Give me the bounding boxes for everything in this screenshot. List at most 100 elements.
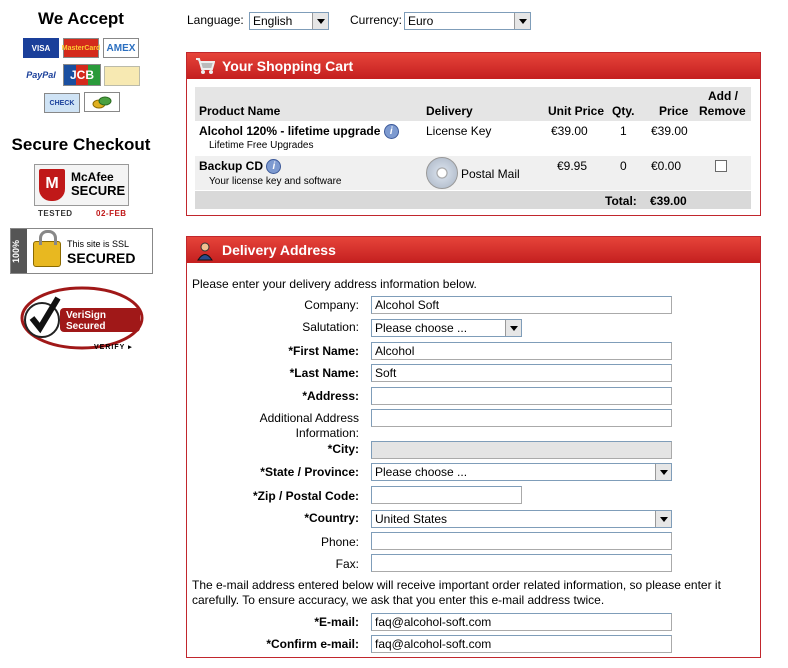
- ssl-secured-badge[interactable]: 100% This site is SSL SECURED: [10, 228, 153, 274]
- language-select[interactable]: English: [249, 12, 329, 30]
- state-value: Please choose ...: [375, 465, 468, 479]
- last-name-label: *Last Name:: [289, 366, 359, 380]
- table-row: Backup CD i Your license key and softwar…: [195, 156, 751, 190]
- secure-checkout-title: Secure Checkout: [11, 135, 151, 154]
- shopping-cart-icon: [195, 57, 216, 75]
- total-row: Total: €39.00: [195, 191, 751, 209]
- shopping-cart-header: Your Shopping Cart: [187, 53, 760, 79]
- product-name[interactable]: Alcohol 120% - lifetime upgrade i: [199, 124, 399, 140]
- first-name-field[interactable]: Alcohol: [371, 342, 672, 360]
- info-icon[interactable]: i: [266, 159, 282, 175]
- fax-label: Fax:: [335, 557, 359, 571]
- price: €0.00: [651, 159, 682, 173]
- ssl-small-text: This site is SSL: [67, 239, 130, 249]
- company-field[interactable]: Alcohol Soft: [371, 296, 672, 314]
- chevron-down-icon: [655, 511, 671, 527]
- quantity: 1: [620, 124, 627, 138]
- money-icon: [84, 92, 120, 112]
- delivery-intro: Please enter your delivery address infor…: [192, 277, 477, 291]
- info-icon[interactable]: i: [383, 124, 399, 140]
- shopping-cart-panel: Your Shopping Cart Product Name Delivery…: [186, 52, 761, 216]
- product-subtitle: Lifetime Free Upgrades: [209, 140, 314, 151]
- city-label: *City:: [327, 442, 359, 456]
- padlock-icon: [33, 230, 61, 267]
- chevron-down-icon: [655, 464, 671, 480]
- country-label: *Country:: [304, 511, 359, 525]
- phone-label: Phone:: [320, 535, 359, 549]
- verisign-line2: Secured: [66, 321, 106, 332]
- delivery-method: Postal Mail: [461, 167, 520, 181]
- delivery-address-panel: Delivery Address Please enter your deliv…: [186, 236, 761, 658]
- col-qty: Qty.: [612, 104, 635, 118]
- email-field[interactable]: faq@alcohol-soft.com: [371, 613, 672, 631]
- mcafee-secure-badge[interactable]: M McAfee SECURE: [34, 164, 129, 206]
- col-price: Price: [659, 104, 689, 118]
- check-icon: CHECK: [44, 93, 80, 113]
- add-remove-checkbox[interactable]: [715, 160, 727, 172]
- total-label: Total:: [605, 194, 637, 208]
- fax-field[interactable]: [371, 554, 672, 572]
- zip-field[interactable]: [371, 486, 522, 504]
- delivery-method: License Key: [426, 124, 492, 138]
- last-name-field[interactable]: Soft: [371, 364, 672, 382]
- mcafee-label: McAfee: [71, 170, 114, 184]
- col-delivery: Delivery: [426, 104, 473, 118]
- visa-card-icon: VISA: [23, 38, 59, 58]
- col-add-remove-1: Add /: [708, 89, 738, 103]
- unit-price: €9.95: [557, 159, 588, 173]
- unit-price: €39.00: [551, 124, 588, 138]
- ssl-big-text: SECURED: [67, 250, 136, 266]
- ssl-percent-label: 100%: [11, 229, 27, 273]
- total-value: €39.00: [650, 194, 687, 208]
- chevron-down-icon: [514, 13, 530, 29]
- additional-address-field[interactable]: [371, 409, 672, 427]
- company-label: Company:: [304, 298, 359, 312]
- confirm-email-label: *Confirm e-mail:: [266, 637, 359, 651]
- mastercard-icon: MasterCard: [62, 38, 100, 58]
- language-label: Language:: [187, 13, 244, 27]
- verisign-secured-badge[interactable]: VeriSign Secured VERIFY ▸: [20, 284, 144, 356]
- product-subtitle: Your license key and software: [209, 176, 342, 187]
- product-name[interactable]: Backup CD i: [199, 159, 282, 175]
- state-label: *State / Province:: [260, 465, 359, 479]
- col-product-name: Product Name: [199, 104, 281, 118]
- chevron-down-icon: [505, 320, 521, 336]
- person-icon: [195, 241, 215, 261]
- email-note: The e-mail address entered below will re…: [192, 578, 721, 607]
- delivery-address-title: Delivery Address: [222, 242, 336, 258]
- address-field[interactable]: [371, 387, 672, 405]
- mcafee-secure-label: SECURE: [71, 183, 126, 198]
- col-unit-price: Unit Price: [548, 104, 605, 118]
- zip-label: *Zip / Postal Code:: [252, 489, 359, 503]
- city-field[interactable]: [371, 441, 672, 459]
- currency-label: Currency:: [350, 13, 403, 27]
- verisign-line1: VeriSign: [66, 310, 107, 321]
- shopping-cart-title: Your Shopping Cart: [222, 58, 354, 74]
- confirm-email-field[interactable]: faq@alcohol-soft.com: [371, 635, 672, 653]
- salutation-select[interactable]: Please choose ...: [371, 319, 522, 337]
- language-value: English: [253, 14, 293, 28]
- additional-address-label-1: Additional Address: [259, 411, 359, 425]
- mcafee-date-label: 02-FEB: [96, 209, 127, 218]
- cart-table-header: Product Name Delivery Unit Price Qty. Pr…: [195, 87, 751, 121]
- state-select[interactable]: Please choose ...: [371, 463, 672, 481]
- country-value: United States: [375, 512, 448, 526]
- chevron-down-icon: [312, 13, 328, 29]
- bank-card-icon: [104, 66, 140, 86]
- email-label: *E-mail:: [314, 615, 359, 629]
- country-select[interactable]: United States: [371, 510, 672, 528]
- col-add-remove-2: Remove: [699, 104, 746, 118]
- delivery-address-header: Delivery Address: [187, 237, 760, 263]
- paypal-icon: PayPal: [26, 70, 56, 80]
- salutation-value: Please choose ...: [375, 321, 468, 335]
- verisign-verify: VERIFY ▸: [94, 344, 133, 351]
- amex-card-icon: AMEX: [103, 38, 139, 58]
- table-row: Alcohol 120% - lifetime upgrade i Lifeti…: [195, 121, 751, 156]
- currency-value: Euro: [408, 14, 434, 28]
- salutation-label: Salutation:: [302, 320, 359, 334]
- mcafee-shield-icon: M: [39, 169, 65, 201]
- cd-icon: [426, 157, 458, 189]
- currency-select[interactable]: Euro: [404, 12, 531, 30]
- we-accept-title: We Accept: [38, 9, 124, 28]
- phone-field[interactable]: [371, 532, 672, 550]
